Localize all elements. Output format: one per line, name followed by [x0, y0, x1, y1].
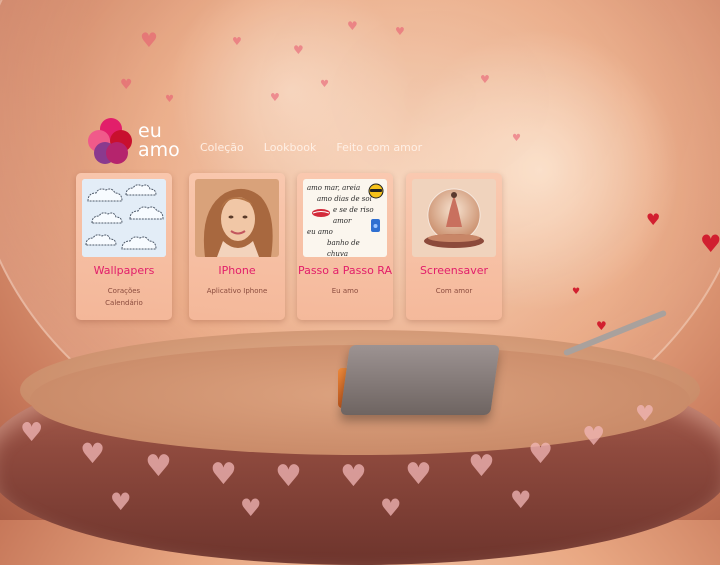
heart-icon: ♥	[120, 77, 133, 93]
heart-icon: ♥	[320, 79, 329, 90]
heart-icon: ♥	[80, 437, 106, 470]
heart-icon: ♥	[110, 488, 132, 516]
heart-icon: ♥	[270, 91, 280, 104]
heart-icon: ♥	[582, 422, 606, 452]
card-title: Wallpapers	[93, 264, 155, 277]
heart-icon: ♥	[380, 494, 402, 522]
heart-icon: ♥	[140, 28, 158, 52]
card-title: Screensaver	[419, 264, 489, 277]
woman-portrait-icon	[195, 179, 279, 257]
heart-icon: ♥	[635, 402, 655, 427]
card-title: Passo a Passo RA	[297, 264, 393, 277]
card-subtitle: Eu amo	[331, 287, 359, 295]
main-nav: Coleção Lookbook Feito com amor	[200, 141, 442, 154]
heart-icon: ♥	[340, 459, 367, 494]
card-wallpapers[interactable]: Wallpapers Corações Calendário	[76, 173, 172, 320]
card-title: IPhone	[218, 264, 256, 277]
card-subtitle: Aplicativo Iphone	[206, 287, 268, 295]
heart-icon: ♥	[232, 35, 242, 48]
flower-logo-icon	[88, 118, 134, 164]
card-passo-a-passo-ra[interactable]: amo mar, areia amo dias de sol e se de r…	[297, 173, 393, 320]
heart-icon: ♥	[572, 287, 581, 297]
card-subtitle: Com amor	[435, 287, 473, 295]
heart-icon: ♥	[596, 319, 607, 333]
heart-icon: ♥	[395, 25, 405, 38]
heart-icon: ♥	[347, 19, 358, 33]
heart-icon: ♥	[510, 486, 532, 514]
heart-icon: ♥	[210, 457, 237, 492]
heart-icon: ♥	[480, 73, 490, 86]
music-box	[340, 345, 500, 415]
nav-item-colecao[interactable]: Coleção	[200, 141, 244, 154]
nav-item-lookbook[interactable]: Lookbook	[264, 141, 317, 154]
heart-icon: ♥	[165, 94, 174, 105]
heart-icon: ♥	[275, 459, 302, 494]
heart-icon: ♥	[240, 494, 262, 522]
clouds-pattern-icon	[82, 179, 166, 257]
nav-item-feito-com-amor[interactable]: Feito com amor	[336, 141, 422, 154]
heart-icon: ♥	[20, 418, 44, 448]
snow-globe-icon	[412, 179, 496, 257]
heart-icon: ♥	[700, 230, 720, 258]
card-screensaver[interactable]: Screensaver Com amor	[406, 173, 502, 320]
heart-icon: ♥	[646, 210, 661, 229]
eu-amo-logo[interactable]: eu amo	[88, 118, 188, 166]
heart-icon: ♥	[528, 437, 554, 470]
heart-icon: ♥	[293, 43, 304, 57]
card-subtitle: Corações Calendário	[105, 287, 143, 307]
card-iphone[interactable]: IPhone Aplicativo Iphone	[189, 173, 285, 320]
heart-icon: ♥	[512, 133, 521, 144]
handwritten-note-icon: amo mar, areia amo dias de sol e se de r…	[303, 179, 387, 257]
heart-icon: ♥	[405, 457, 432, 492]
heart-icon: ♥	[145, 449, 172, 484]
logo-wordmark: eu amo	[138, 122, 180, 160]
heart-icon: ♥	[468, 449, 495, 484]
logo-line-2: amo	[138, 139, 180, 161]
